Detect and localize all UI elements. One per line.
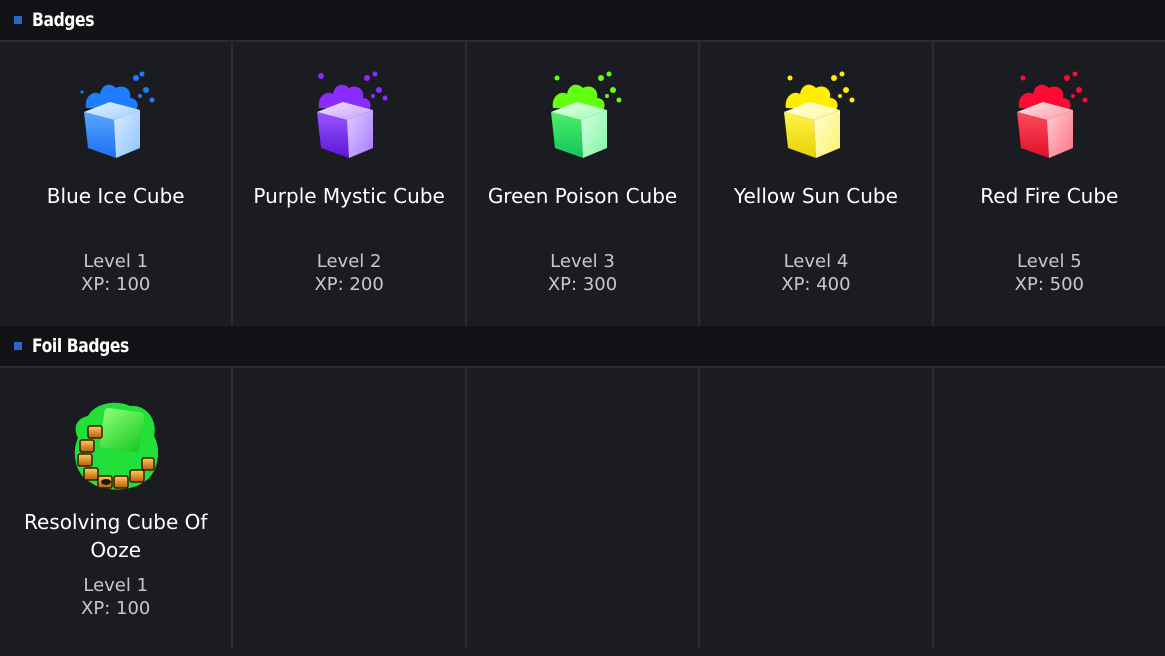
blue-cube-icon [80,71,155,158]
purple-cube-icon [317,71,388,158]
empty-badge-slot [933,368,1165,649]
badge-xp: XP: 500 [1014,274,1084,295]
badge-name: Resolving Cube Of Ooze [23,510,208,562]
badge-meta: Level 2 XP: 200 [233,250,464,296]
section-marker-icon [14,342,22,350]
section-title: Badges [32,9,95,31]
ooze-cube-icon [74,402,158,490]
badge-xp: XP: 400 [781,274,851,295]
badge-name: Blue Ice Cube [46,184,185,208]
badge-card-red-fire-cube[interactable]: Red Fire Cube Level 5 XP: 500 [933,42,1165,326]
empty-badge-slot [233,368,465,649]
yellow-cube-icon [783,71,855,158]
badge-meta: Level 5 XP: 500 [934,250,1165,296]
badge-card-purple-mystic-cube[interactable]: Purple Mystic Cube Level 2 XP: 200 [233,42,465,326]
badge-xp: XP: 100 [81,598,151,619]
badge-level: Level 3 [550,251,615,272]
badge-name: Green Poison Cube [487,184,678,208]
badge-xp: XP: 300 [547,274,618,295]
badge-meta: Level 1 XP: 100 [0,574,231,620]
green-cube-icon [550,71,622,158]
badge-card-yellow-sun-cube[interactable]: Yellow Sun Cube Level 4 XP: 400 [700,42,932,326]
empty-badge-slot [466,368,699,649]
red-cube-icon [1017,71,1088,158]
badge-name: Purple Mystic Cube [253,184,445,208]
foil-badges-section-header: Foil Badges [0,326,1165,368]
badge-xp: XP: 100 [81,274,151,295]
badge-name: Yellow Sun Cube [733,184,898,208]
badge-card-resolving-cube-of-ooze[interactable]: Resolving Cube Of Ooze Level 1 XP: 100 [0,368,232,649]
badge-meta: Level 1 XP: 100 [0,250,231,296]
section-title: Foil Badges [32,335,129,357]
badge-level: Level 4 [783,251,849,272]
badge-meta: Level 4 XP: 400 [700,250,931,296]
badge-card-green-poison-cube[interactable]: Green Poison Cube Level 3 XP: 300 [466,42,699,326]
badge-card-blue-ice-cube[interactable]: Blue Ice Cube Level 1 XP: 100 [0,42,232,326]
foil-badges-grid: Resolving Cube Of Ooze Level 1 XP: 100 [0,368,1165,649]
badge-meta: Level 3 XP: 300 [467,250,698,296]
badge-level: Level 1 [83,575,149,596]
section-marker-icon [14,16,22,24]
badge-name: Red Fire Cube [980,184,1119,208]
badge-level: Level 5 [1016,251,1082,272]
badge-xp: XP: 200 [314,274,384,295]
empty-badge-slot [700,368,932,649]
badge-level: Level 2 [316,251,382,272]
badges-section-header: Badges [0,0,1165,42]
badge-level: Level 1 [83,251,149,272]
badges-grid: Blue Ice Cube Level 1 XP: 100 Purple Mys… [0,42,1165,326]
